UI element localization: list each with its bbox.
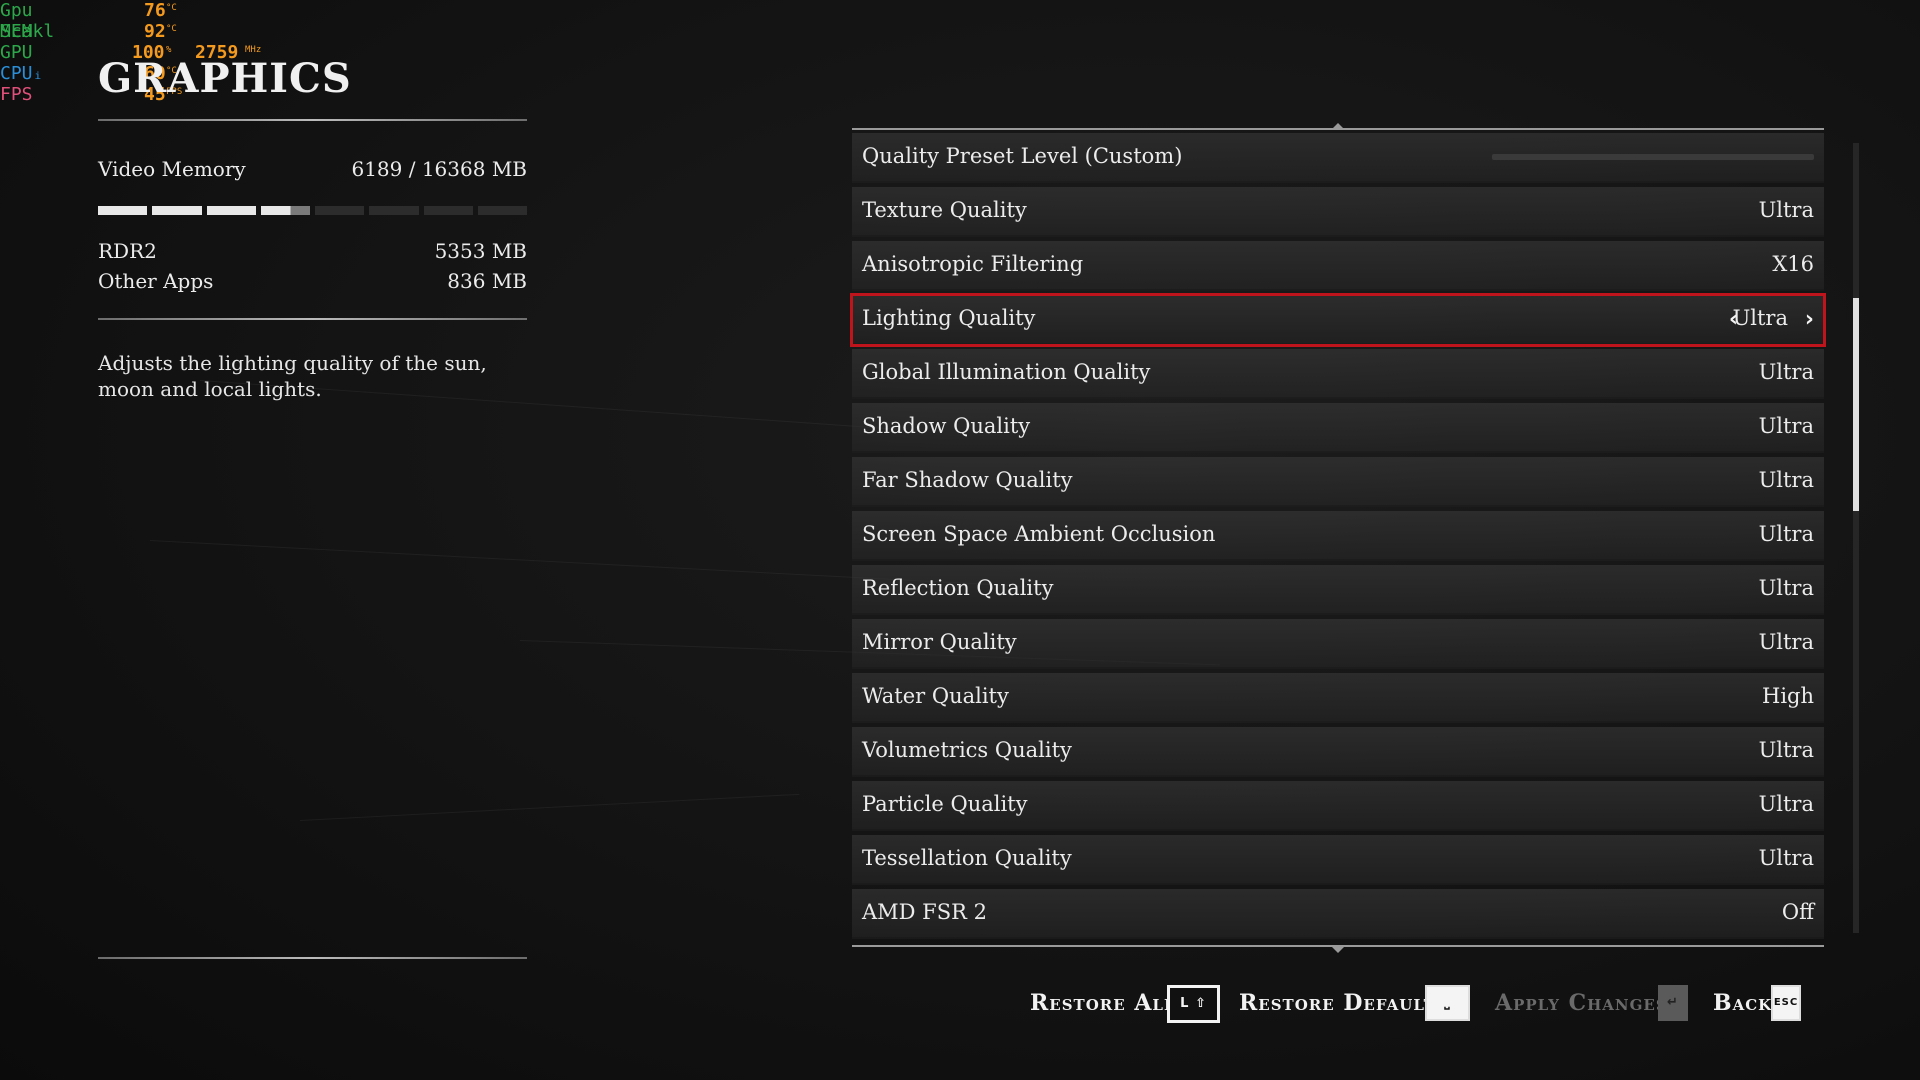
setting-label: Volumetrics Quality [862, 738, 1072, 762]
setting-value: Ultra [1758, 360, 1814, 384]
restore-default-label: Restore Default [1239, 990, 1436, 1016]
page-title: GRAPHICS [98, 55, 352, 102]
setting-value: Ultra [1758, 198, 1814, 222]
setting-row[interactable]: Volumetrics Quality Ultra [852, 727, 1824, 777]
setting-value: Ultra [1758, 576, 1814, 600]
memory-segment [152, 206, 202, 215]
setting-value: Ultra [1732, 306, 1788, 330]
setting-label: Shadow Quality [862, 414, 1031, 438]
setting-row[interactable]: Lighting Quality ‹ Ultra › [850, 293, 1826, 347]
setting-row[interactable]: Texture Quality Ultra [852, 187, 1824, 237]
osd-value: 92 [144, 21, 166, 42]
settings-scrollbar[interactable] [1853, 143, 1859, 933]
setting-value: Ultra [1758, 630, 1814, 654]
setting-label: Mirror Quality [862, 630, 1017, 654]
setting-row[interactable]: Water Quality High [852, 673, 1824, 723]
setting-row[interactable]: Reflection Quality Ultra [852, 565, 1824, 615]
divider [98, 119, 527, 121]
scroll-down-indicator-icon [1332, 947, 1344, 953]
setting-row[interactable]: AMD FSR 2 Off [852, 889, 1824, 939]
memory-segment [206, 206, 256, 215]
setting-row[interactable]: Anisotropic Filtering X16 [852, 241, 1824, 291]
setting-label: Reflection Quality [862, 576, 1054, 600]
divider [98, 957, 527, 959]
setting-value: Ultra [1758, 522, 1814, 546]
setting-label: AMD FSR 2 [862, 900, 987, 924]
osd-value: 76 [144, 0, 166, 21]
restore-all-button[interactable]: Restore All L ⇧ [1030, 985, 1220, 1023]
setting-label: Screen Space Ambient Occlusion [862, 522, 1216, 546]
setting-row[interactable]: Quality Preset Level (Custom) [852, 133, 1824, 183]
setting-row[interactable]: Particle Quality Ultra [852, 781, 1824, 831]
setting-row[interactable]: Screen Space Ambient Occlusion Ultra [852, 511, 1824, 561]
video-memory-bar [98, 206, 527, 215]
scroll-up-indicator-icon [1332, 123, 1344, 129]
memory-segment [423, 206, 473, 215]
setting-row[interactable]: Far Shadow Quality Ultra [852, 457, 1824, 507]
restore-all-key-icon: L ⇧ [1167, 985, 1220, 1023]
divider [98, 318, 527, 320]
rdr2-memory-row: RDR2 5353 MB [98, 239, 527, 263]
chevron-right-icon[interactable]: › [1805, 307, 1814, 332]
setting-row[interactable]: Tessellation Quality Ultra [852, 835, 1824, 885]
space-key-icon: ⎵ [1425, 985, 1470, 1021]
osd-unit: °C [166, 24, 177, 34]
setting-value: Ultra [1758, 792, 1814, 816]
video-memory-label: Video Memory [98, 157, 246, 181]
setting-label: Anisotropic Filtering [862, 252, 1084, 276]
setting-row[interactable]: Mirror Quality Ultra [852, 619, 1824, 669]
video-memory-row: Video Memory 6189 / 16368 MB [98, 157, 527, 181]
setting-row[interactable]: Shadow Quality Ultra [852, 403, 1824, 453]
osd-label: GPU [0, 42, 33, 63]
setting-value: Off [1781, 900, 1814, 924]
rdr2-memory-label: RDR2 [98, 239, 157, 263]
osd-unit: °C [166, 3, 177, 13]
osd-label: FPS [0, 84, 33, 105]
other-apps-value: 836 MB [447, 269, 527, 293]
setting-value: Ultra [1758, 468, 1814, 492]
back-label: Back [1713, 990, 1773, 1016]
esc-key-icon: ESC [1771, 985, 1801, 1021]
back-button[interactable]: Back ESC [1713, 985, 1833, 1021]
setting-label: Particle Quality [862, 792, 1028, 816]
quality-preset-slider[interactable] [1492, 154, 1814, 160]
memory-segment [315, 206, 365, 215]
memory-segment [98, 206, 148, 215]
settings-list: Quality Preset Level (Custom) Texture Qua… [850, 120, 1826, 953]
restore-default-button[interactable]: Restore Default ⎵ [1239, 985, 1479, 1021]
osd-label: CPUᵢ [0, 63, 44, 84]
setting-label: Quality Preset Level (Custom) [862, 144, 1183, 168]
setting-row[interactable]: Global Illumination Quality Ultra [852, 349, 1824, 399]
rdr2-memory-value: 5353 MB [434, 239, 527, 263]
setting-description: Adjusts the lighting quality of the sun,… [98, 351, 487, 401]
restore-all-label: Restore All [1030, 990, 1176, 1016]
setting-value: Ultra [1758, 414, 1814, 438]
memory-segment [477, 206, 527, 215]
memory-segment [260, 206, 310, 215]
other-apps-label: Other Apps [98, 269, 214, 293]
setting-value: High [1762, 684, 1814, 708]
setting-value: Ultra [1758, 846, 1814, 870]
scrollbar-thumb[interactable] [1853, 298, 1859, 511]
setting-label: Water Quality [862, 684, 1009, 708]
setting-label: Global Illumination Quality [862, 360, 1151, 384]
other-apps-row: Other Apps 836 MB [98, 269, 527, 293]
setting-value: X16 [1772, 252, 1814, 276]
setting-label: Lighting Quality [862, 306, 1036, 330]
apply-changes-button[interactable]: Apply Changes ↵ [1495, 985, 1695, 1021]
setting-label: Texture Quality [862, 198, 1027, 222]
video-memory-value: 6189 / 16368 MB [351, 157, 527, 181]
setting-value: Ultra [1758, 738, 1814, 762]
apply-changes-label: Apply Changes [1495, 990, 1668, 1016]
memory-segment [369, 206, 419, 215]
osd-label: MEM [0, 21, 33, 42]
enter-key-icon: ↵ [1658, 985, 1688, 1021]
setting-label: Tessellation Quality [862, 846, 1072, 870]
setting-label: Far Shadow Quality [862, 468, 1073, 492]
